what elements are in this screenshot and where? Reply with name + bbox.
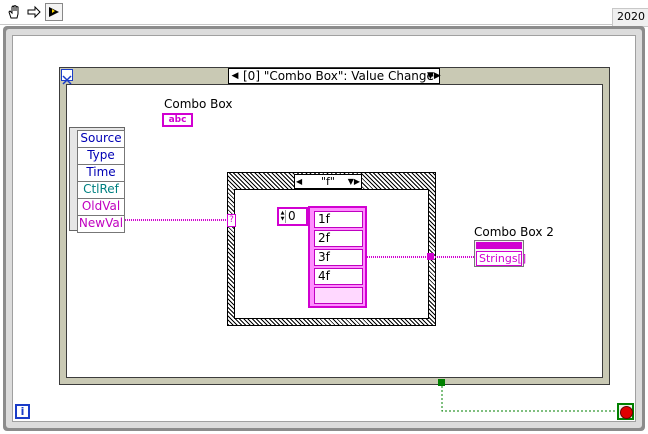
output-tunnel[interactable] [427,253,434,260]
wires [125,219,617,412]
stop-wire[interactable] [441,386,617,412]
bool-tunnel[interactable] [438,379,445,386]
